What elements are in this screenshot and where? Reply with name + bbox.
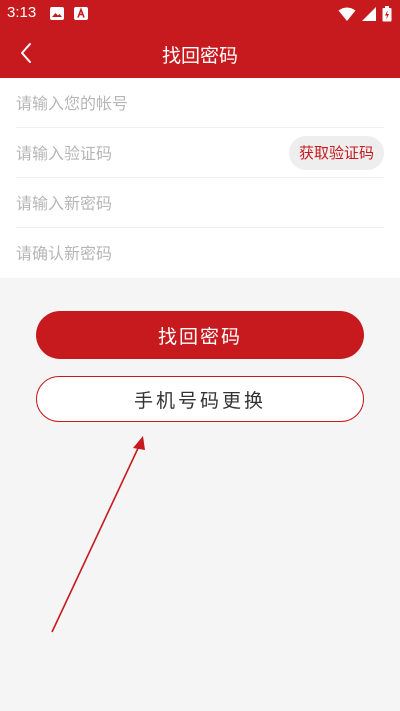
get-code-button[interactable]: 获取验证码: [288, 136, 384, 170]
page-title: 找回密码: [161, 45, 238, 67]
arrow-head: [133, 436, 145, 450]
app-notification-icon: [74, 7, 88, 20]
reset-form: 获取验证码: [0, 78, 400, 278]
confirm-password-input[interactable]: [16, 228, 276, 278]
status-bar: 3:13: [0, 0, 400, 28]
confirm-password-row: [16, 228, 384, 278]
verification-code-input[interactable]: [16, 128, 276, 178]
code-row: 获取验证码: [16, 128, 384, 178]
gallery-notification-icon: [50, 7, 64, 20]
status-time: 3:13: [7, 4, 37, 21]
account-input[interactable]: [16, 78, 276, 128]
recover-password-button[interactable]: 找回密码: [36, 311, 364, 359]
battery-icon: [382, 6, 392, 22]
change-phone-button[interactable]: 手机号码更换: [36, 376, 364, 422]
new-password-input[interactable]: [16, 178, 276, 228]
top-bar: 3:13 找回密码: [0, 0, 400, 78]
wifi-icon: [338, 7, 356, 21]
arrow-shaft: [51, 443, 141, 633]
nav-bar: 找回密码: [0, 28, 400, 78]
account-row: [16, 78, 384, 128]
status-right-icons: [338, 6, 392, 22]
signal-icon: [361, 7, 376, 21]
new-password-row: [16, 178, 384, 228]
